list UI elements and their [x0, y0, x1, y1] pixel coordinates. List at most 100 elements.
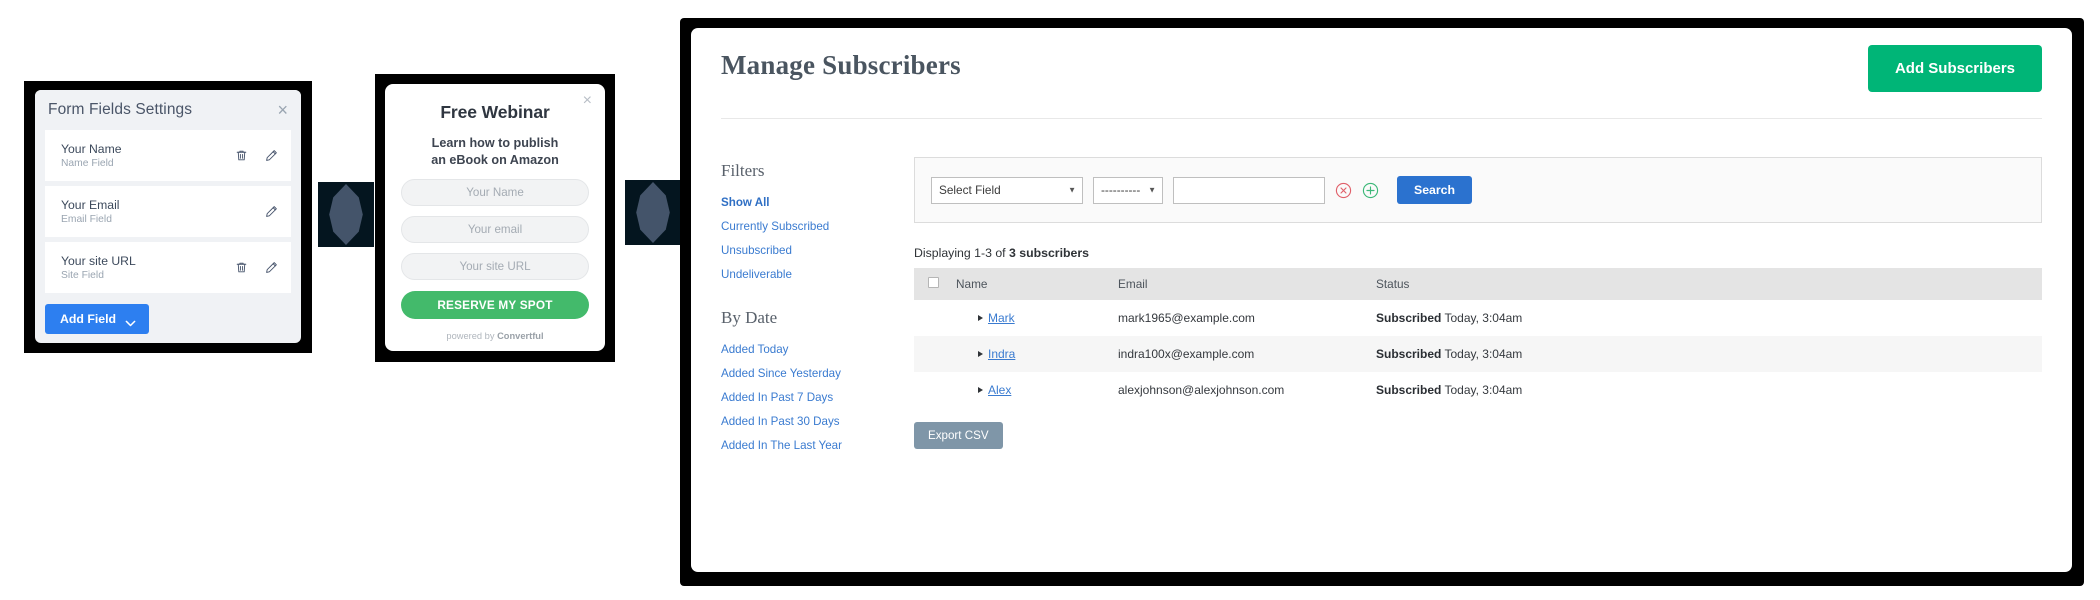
subscriber-name-link[interactable]: Mark	[988, 311, 1015, 325]
row-select-cell	[914, 300, 948, 336]
table-row[interactable]: Mark mark1965@example.com Subscribed Tod…	[914, 300, 2042, 336]
form-field-actions	[235, 205, 278, 218]
add-field-button[interactable]: Add Field	[45, 304, 150, 334]
filters-heading: Filters	[721, 161, 765, 180]
expand-triangle-icon[interactable]	[978, 387, 983, 393]
form-field-label: Your Name	[61, 142, 122, 156]
results-summary: Displaying 1-3 of 3 subscribers	[914, 246, 2042, 260]
export-csv-button[interactable]: Export CSV	[914, 422, 1003, 449]
form-field-row[interactable]: Your site URL Site Field	[45, 242, 291, 293]
pencil-icon[interactable]	[265, 205, 278, 218]
expand-triangle-icon[interactable]	[978, 315, 983, 321]
chevron-down-icon: ▼	[1068, 185, 1076, 195]
diamond-icon	[636, 181, 670, 244]
table-row[interactable]: Indra indra100x@example.com Subscribed T…	[914, 336, 2042, 372]
sidebar-item-undeliverable[interactable]: Undeliverable	[721, 262, 888, 286]
search-filter-bar: Select Field ▼ ---------- ▼ Search	[914, 157, 2042, 223]
pencil-icon[interactable]	[265, 261, 278, 274]
sidebar-item-added-last-year[interactable]: Added In The Last Year	[721, 433, 888, 457]
row-status-cell: Subscribed Today, 3:04am	[1368, 336, 2042, 372]
row-status-cell: Subscribed Today, 3:04am	[1368, 300, 2042, 336]
diamond-icon	[329, 183, 363, 246]
form-field-label: Your site URL	[61, 254, 136, 268]
pencil-icon[interactable]	[265, 149, 278, 162]
table-body: Mark mark1965@example.com Subscribed Tod…	[914, 300, 2042, 408]
subscribers-table: Name Email Status Mark mark1965@example.…	[914, 268, 2042, 408]
form-fields-list: Your Name Name Field Your Email Email Fi…	[35, 130, 301, 298]
subscriber-name-link[interactable]: Indra	[988, 347, 1015, 361]
manage-subscribers-body: Filters Show All Currently Subscribed Un…	[721, 119, 2042, 457]
row-email-cell: indra100x@example.com	[1110, 336, 1368, 372]
sidebar-item-added-today[interactable]: Added Today	[721, 337, 888, 361]
page-title: Manage Subscribers	[721, 50, 961, 80]
add-condition-icon[interactable]	[1362, 182, 1379, 199]
close-icon[interactable]: ×	[583, 93, 592, 109]
status-badge: Subscribed	[1376, 383, 1442, 397]
close-icon[interactable]: ×	[277, 101, 288, 119]
field-select-value: Select Field	[939, 183, 1001, 197]
form-field-text: Your Name Name Field	[61, 142, 122, 169]
row-name-cell: Alex	[948, 372, 1110, 408]
select-all-checkbox[interactable]	[928, 277, 939, 288]
webinar-email-input[interactable]	[401, 216, 589, 243]
status-timestamp: Today, 3:04am	[1441, 347, 1523, 361]
name-cell-inner: Indra	[956, 347, 1102, 361]
form-field-type: Name Field	[61, 158, 114, 169]
form-field-type: Site Field	[61, 270, 104, 281]
row-select-cell	[914, 372, 948, 408]
table-header: Name Email Status	[914, 268, 2042, 300]
status-timestamp: Today, 3:04am	[1441, 311, 1523, 325]
powered-by-label: powered by Convertful	[446, 331, 543, 341]
results-summary-prefix: Displaying 1-3 of	[914, 246, 1010, 260]
row-select-cell	[914, 336, 948, 372]
select-all-header	[914, 268, 948, 300]
trash-icon[interactable]	[235, 149, 248, 162]
trash-icon[interactable]	[235, 261, 248, 274]
webinar-popup-panel: × Free Webinar Learn how to publish an e…	[375, 74, 615, 362]
row-name-cell: Mark	[948, 300, 1110, 336]
sidebar-item-show-all[interactable]: Show All	[721, 190, 888, 214]
screenshot-stage: Form Fields Settings × Your Name Name Fi…	[0, 0, 2100, 600]
sidebar-item-added-since-yesterday[interactable]: Added Since Yesterday	[721, 361, 888, 385]
search-button[interactable]: Search	[1397, 176, 1473, 204]
remove-condition-icon[interactable]	[1335, 182, 1352, 199]
powered-by-prefix: powered by	[446, 331, 498, 341]
webinar-title: Free Webinar	[440, 102, 550, 122]
form-field-text: Your Email Email Field	[61, 198, 120, 225]
sidebar-item-added-past-30-days[interactable]: Added In Past 30 Days	[721, 409, 888, 433]
form-field-actions	[235, 149, 278, 162]
row-status-cell: Subscribed Today, 3:04am	[1368, 372, 2042, 408]
form-fields-title: Form Fields Settings	[48, 101, 193, 118]
row-email-cell: alexjohnson@alexjohnson.com	[1118, 383, 1285, 397]
status-badge: Subscribed	[1376, 347, 1442, 361]
search-query-input[interactable]	[1173, 176, 1325, 204]
decorative-diamond-block	[318, 182, 374, 247]
row-name-cell: Indra	[948, 336, 1110, 372]
status-timestamp: Today, 3:04am	[1441, 383, 1523, 397]
sidebar-item-added-past-7-days[interactable]: Added In Past 7 Days	[721, 385, 888, 409]
results-summary-count: 3 subscribers	[1009, 246, 1089, 260]
name-cell-inner: Mark	[956, 311, 1102, 325]
column-header-status[interactable]: Status	[1368, 268, 2042, 300]
trash-icon-placeholder	[235, 205, 248, 218]
add-subscribers-button[interactable]: Add Subscribers	[1867, 45, 2042, 92]
subscriber-name-link[interactable]: Alex	[988, 383, 1011, 397]
sidebar-item-currently-subscribed[interactable]: Currently Subscribed	[721, 214, 888, 238]
webinar-subtitle-line-1: Learn how to publish	[431, 136, 559, 150]
webinar-name-input[interactable]	[401, 179, 589, 206]
column-header-email[interactable]: Email	[1110, 268, 1368, 300]
webinar-site-url-input[interactable]	[401, 253, 589, 280]
operator-select[interactable]: ---------- ▼	[1093, 176, 1163, 204]
expand-triangle-icon[interactable]	[978, 351, 983, 357]
reserve-my-spot-button[interactable]: RESERVE MY SPOT	[401, 291, 589, 319]
form-fields-card: Form Fields Settings × Your Name Name Fi…	[35, 90, 301, 343]
sidebar-item-unsubscribed[interactable]: Unsubscribed	[721, 238, 888, 262]
column-header-name[interactable]: Name	[948, 268, 1110, 300]
manage-subscribers-card: Manage Subscribers Add Subscribers Filte…	[691, 28, 2072, 572]
field-select[interactable]: Select Field ▼	[931, 176, 1083, 204]
webinar-subtitle-line-2: an eBook on Amazon	[431, 153, 559, 167]
form-field-row[interactable]: Your Email Email Field	[45, 186, 291, 237]
form-field-row[interactable]: Your Name Name Field	[45, 130, 291, 181]
table-header-row: Name Email Status	[914, 268, 2042, 300]
table-row[interactable]: Alex alexjohnson@alexjohnson.com Subscri…	[914, 372, 2042, 408]
